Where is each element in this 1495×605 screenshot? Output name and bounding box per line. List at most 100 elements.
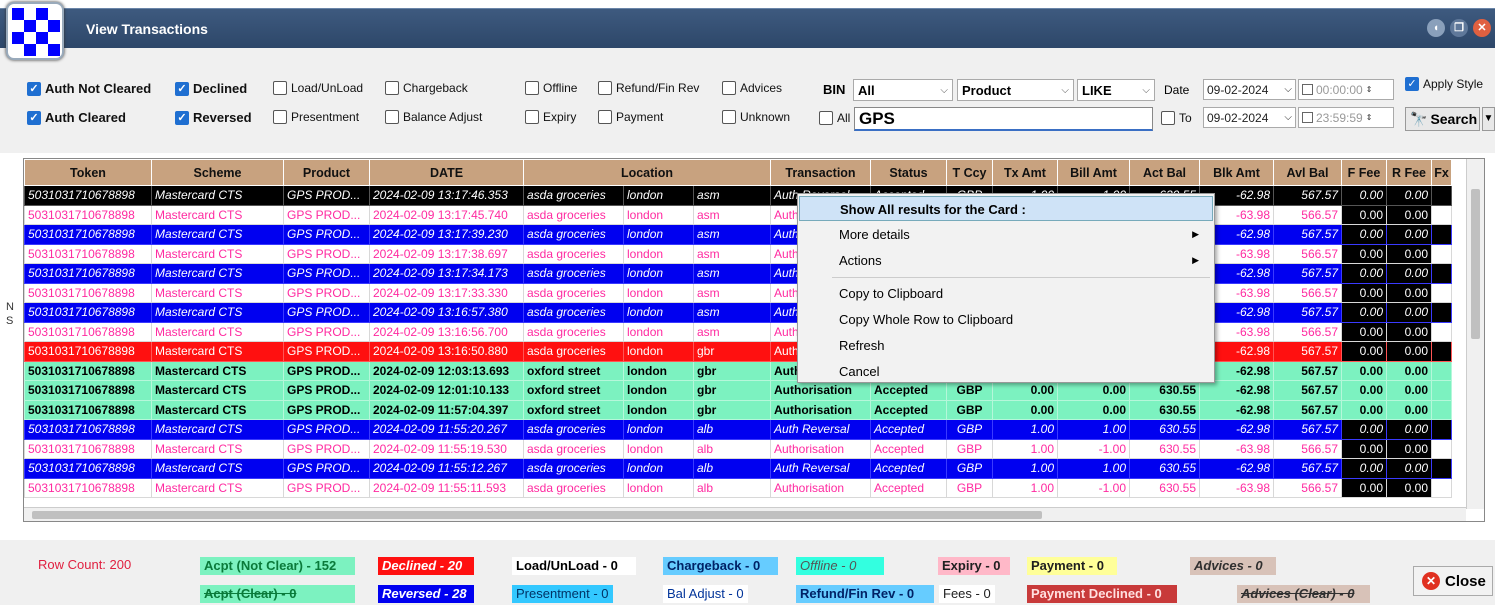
column-header-token[interactable]: Token: [24, 159, 152, 186]
table-row[interactable]: 5031031710678898 Mastercard CTS GPS PROD..…: [24, 360, 1452, 381]
menu-item-copy-to-clipboard[interactable]: Copy to Clipboard: [799, 281, 1213, 306]
horizontal-scrollbar[interactable]: [24, 507, 1466, 521]
column-header-t-ccy[interactable]: T Ccy: [946, 159, 993, 186]
date-from-picker[interactable]: 09-02-2024 ⌵: [1203, 79, 1296, 100]
filter-checkbox-refund-fin-rev[interactable]: Refund/Fin Rev: [598, 81, 699, 95]
cell-scheme: Mastercard CTS: [151, 263, 284, 284]
cell-loc3: gbr: [693, 380, 771, 401]
filter-checkbox-offline[interactable]: Offline: [525, 81, 577, 95]
table-row[interactable]: 5031031710678898 Mastercard CTS GPS PROD..…: [24, 185, 1452, 206]
cell-loc1: asda groceries: [523, 321, 624, 342]
cell-ff: 0.00: [1341, 282, 1387, 303]
vertical-scroll-thumb[interactable]: [1471, 189, 1480, 339]
cell-rf: 0.00: [1386, 224, 1432, 245]
search-dropdown-icon[interactable]: ▼: [1482, 107, 1495, 131]
operator-select[interactable]: LIKE ⌵: [1077, 79, 1155, 101]
menu-item-actions[interactable]: Actions ▶: [799, 248, 1213, 273]
to-checkbox[interactable]: To: [1161, 111, 1192, 125]
filter-checkbox-expiry[interactable]: Expiry: [525, 110, 576, 124]
cell-fx: [1431, 477, 1452, 498]
column-header-bill-amt[interactable]: Bill Amt: [1057, 159, 1130, 186]
table-row[interactable]: 5031031710678898 Mastercard CTS GPS PROD..…: [24, 419, 1452, 440]
checkbox-box: [525, 110, 539, 124]
minimize-icon[interactable]: ◖: [1427, 19, 1445, 37]
column-header-transaction[interactable]: Transaction: [770, 159, 871, 186]
legend-item-payment-0: Payment - 0: [1027, 557, 1117, 575]
table-row[interactable]: 5031031710678898 Mastercard CTS GPS PROD..…: [24, 438, 1452, 459]
filter-checkbox-auth-not-cleared[interactable]: ✓ Auth Not Cleared: [27, 81, 151, 96]
column-header-scheme[interactable]: Scheme: [151, 159, 284, 186]
menu-item-copy-whole-row[interactable]: Copy Whole Row to Clipboard: [799, 307, 1213, 332]
cell-loc2: london: [623, 204, 694, 225]
table-row[interactable]: 5031031710678898 Mastercard CTS GPS PROD..…: [24, 321, 1452, 342]
transactions-grid[interactable]: Token Scheme Product DATE Location Transactio…: [23, 158, 1485, 522]
column-header-avl-bal[interactable]: Avl Bal: [1273, 159, 1342, 186]
cell-avl: 567.57: [1273, 185, 1342, 206]
column-header-location[interactable]: Location: [523, 159, 771, 186]
restore-icon[interactable]: ❐: [1450, 19, 1468, 37]
column-header-fx[interactable]: Fx: [1431, 159, 1452, 186]
cell-status: Accepted: [870, 438, 947, 459]
cell-fx: [1431, 399, 1452, 420]
filter-checkbox-balance-adjust[interactable]: Balance Adjust: [385, 110, 482, 124]
filter-checkbox-chargeback[interactable]: Chargeback: [385, 81, 468, 95]
cell-product: GPS PROD...: [283, 321, 370, 342]
column-header-tx-amt[interactable]: Tx Amt: [992, 159, 1058, 186]
table-row[interactable]: 5031031710678898 Mastercard CTS GPS PROD..…: [24, 380, 1452, 401]
table-row[interactable]: 5031031710678898 Mastercard CTS GPS PROD..…: [24, 399, 1452, 420]
table-row[interactable]: 5031031710678898 Mastercard CTS GPS PROD..…: [24, 302, 1452, 323]
table-row[interactable]: 5031031710678898 Mastercard CTS GPS PROD..…: [24, 204, 1452, 225]
apply-style-checkbox[interactable]: ✓ Apply Style: [1405, 77, 1483, 91]
filter-checkbox-advices[interactable]: Advices: [722, 81, 782, 95]
column-header-date[interactable]: DATE: [369, 159, 524, 186]
bin-select[interactable]: All ⌵: [853, 79, 953, 101]
table-row[interactable]: 5031031710678898 Mastercard CTS GPS PROD..…: [24, 458, 1452, 479]
filter-checkbox-auth-cleared[interactable]: ✓ Auth Cleared: [27, 110, 126, 125]
column-header-product[interactable]: Product: [283, 159, 370, 186]
cell-avl: 567.57: [1273, 341, 1342, 362]
table-row[interactable]: 5031031710678898 Mastercard CTS GPS PROD..…: [24, 243, 1452, 264]
column-header-blk-amt[interactable]: Blk Amt: [1199, 159, 1274, 186]
search-button[interactable]: 🔭 Search: [1405, 107, 1480, 131]
filter-checkbox-load-unload[interactable]: Load/UnLoad: [273, 81, 363, 95]
table-row[interactable]: 5031031710678898 Mastercard CTS GPS PROD..…: [24, 263, 1452, 284]
submenu-arrow-icon: ▶: [1192, 255, 1199, 265]
column-header-f-fee[interactable]: F Fee: [1341, 159, 1387, 186]
filter-label: Chargeback: [403, 81, 468, 95]
field-select[interactable]: Product ⌵: [957, 79, 1074, 101]
all-checkbox[interactable]: All: [819, 111, 850, 125]
filter-checkbox-declined[interactable]: ✓ Declined: [175, 81, 247, 96]
cell-avl: 566.57: [1273, 477, 1342, 498]
filter-checkbox-reversed[interactable]: ✓ Reversed: [175, 110, 252, 125]
close-window-icon[interactable]: ✕: [1473, 19, 1491, 37]
search-input[interactable]: GPS: [854, 107, 1153, 131]
date-to-picker[interactable]: 09-02-2024 ⌵: [1203, 107, 1296, 128]
filter-checkbox-presentment[interactable]: Presentment: [273, 110, 359, 124]
cell-fx: [1431, 302, 1452, 323]
cell-bill: 1.00: [1057, 419, 1130, 440]
table-row[interactable]: 5031031710678898 Mastercard CTS GPS PROD..…: [24, 224, 1452, 245]
filter-checkbox-payment[interactable]: Payment: [598, 110, 663, 124]
vertical-scrollbar[interactable]: [1466, 159, 1484, 509]
cell-txn: Authorisation: [770, 399, 871, 420]
table-row[interactable]: 5031031710678898 Mastercard CTS GPS PROD..…: [24, 477, 1452, 498]
close-button[interactable]: ✕ Close: [1413, 566, 1493, 596]
column-header-r-fee[interactable]: R Fee: [1386, 159, 1432, 186]
cell-fx: [1431, 360, 1452, 381]
column-header-status[interactable]: Status: [870, 159, 947, 186]
time-to-picker[interactable]: 23:59:59 ⇕: [1298, 107, 1394, 128]
menu-item-refresh[interactable]: Refresh: [799, 333, 1213, 358]
legend-item-fees-0: Fees - 0: [939, 585, 995, 603]
menu-item-cancel[interactable]: Cancel: [799, 359, 1213, 384]
cell-loc3: gbr: [693, 399, 771, 420]
horizontal-scroll-thumb[interactable]: [32, 511, 1042, 519]
table-row[interactable]: 5031031710678898 Mastercard CTS GPS PROD..…: [24, 282, 1452, 303]
cell-product: GPS PROD...: [283, 380, 370, 401]
cell-tx: 1.00: [992, 477, 1058, 498]
column-header-act-bal[interactable]: Act Bal: [1129, 159, 1200, 186]
menu-item-more-details[interactable]: More details ▶: [799, 222, 1213, 247]
time-from-picker[interactable]: 00:00:00 ⇕: [1298, 79, 1394, 100]
menu-item-show-all-results[interactable]: Show All results for the Card :: [799, 196, 1213, 221]
table-row[interactable]: 5031031710678898 Mastercard CTS GPS PROD..…: [24, 341, 1452, 362]
filter-checkbox-unknown[interactable]: Unknown: [722, 110, 790, 124]
